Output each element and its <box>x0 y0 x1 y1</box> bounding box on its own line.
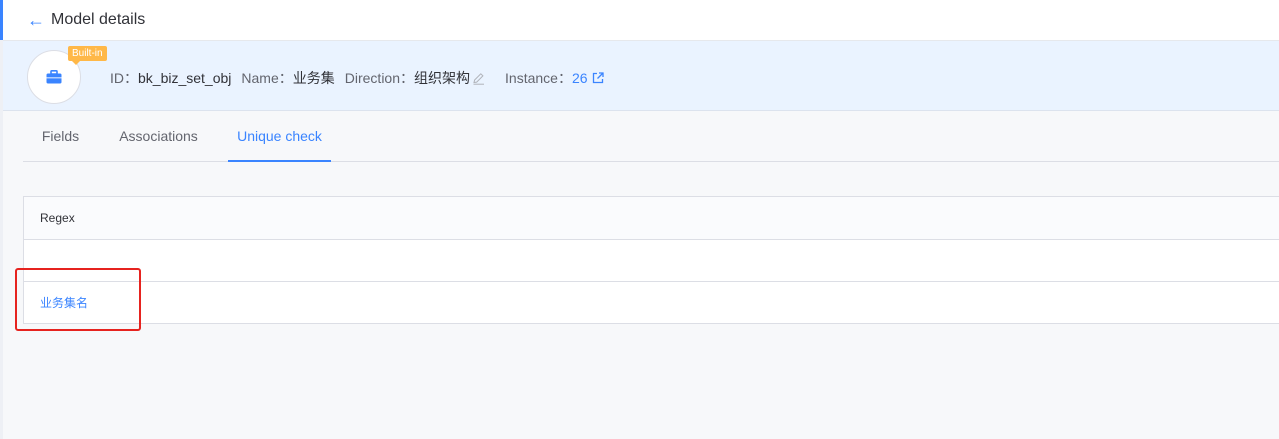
page-title: Model details <box>51 11 146 28</box>
tab-associations[interactable]: Associations <box>109 111 208 162</box>
name-value: 业务集 <box>292 70 335 86</box>
instance-label: Instance： <box>505 70 572 86</box>
briefcase-icon <box>46 70 62 84</box>
name-label: Name： <box>241 70 293 86</box>
instance-count-link[interactable]: 26 <box>572 70 588 86</box>
tab-unique-check[interactable]: Unique check <box>228 111 331 162</box>
tab-fields[interactable]: Fields <box>23 111 98 162</box>
table-row <box>24 240 1279 282</box>
model-tabs: Fields Associations Unique check <box>23 111 1279 162</box>
table-row: 业务集名 <box>24 282 1279 323</box>
column-header-regex: Regex <box>40 211 75 225</box>
arrow-left-icon[interactable]: ← <box>27 11 45 29</box>
id-value: bk_biz_set_obj <box>138 70 232 86</box>
direction-value: 组织架构 <box>414 70 471 86</box>
page-header: ← Model details <box>3 0 1279 41</box>
unique-check-table: Regex 业务集名 <box>23 196 1279 324</box>
id-label: ID： <box>110 70 138 86</box>
table-header: Regex <box>24 197 1279 240</box>
unique-rule-link[interactable]: 业务集名 <box>40 294 88 311</box>
direction-label: Direction： <box>344 70 415 86</box>
pencil-icon[interactable] <box>472 72 485 85</box>
model-info-line: ID： bk_biz_set_obj Name： 业务集 Direction： … <box>110 68 604 88</box>
model-info-bar: Built-in ID： bk_biz_set_obj Name： 业务集 Di… <box>3 41 1279 111</box>
built-in-badge: Built-in <box>68 46 107 65</box>
external-link-icon[interactable] <box>592 72 604 84</box>
